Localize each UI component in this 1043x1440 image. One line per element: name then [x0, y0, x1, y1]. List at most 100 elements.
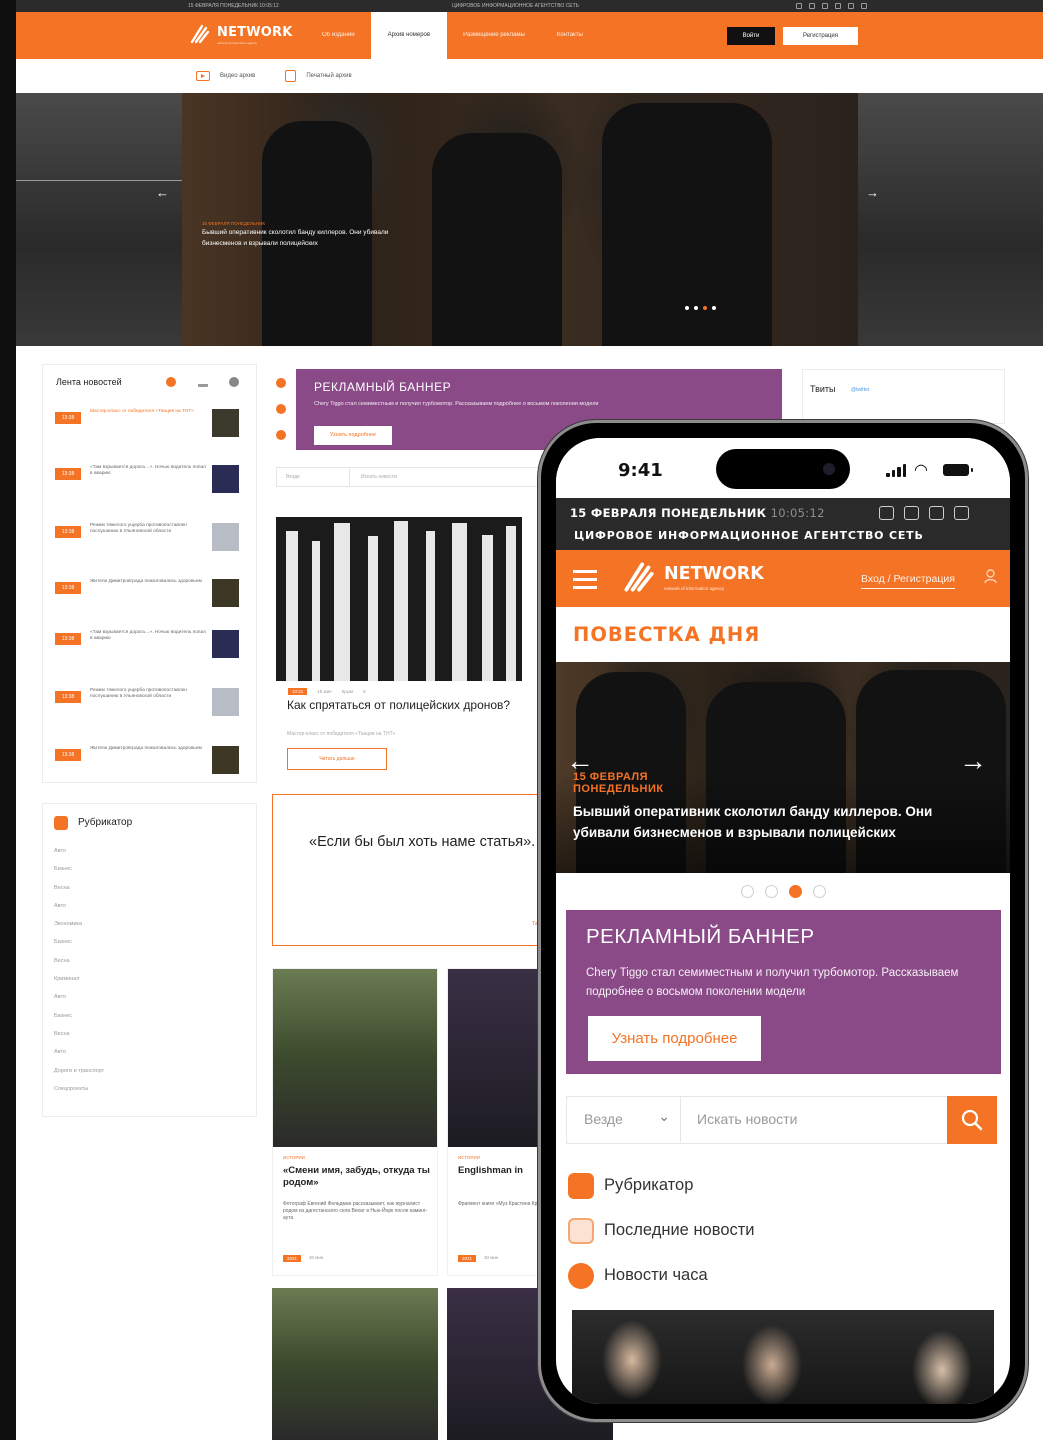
feed-item[interactable]: 13:38 Жители Димитровграда пожаловались … [55, 579, 245, 623]
subnav-video-archive[interactable]: Видео архив [196, 71, 255, 81]
phone-logo[interactable]: NETWORK network of information agency [620, 558, 764, 596]
phone-ad-more-button[interactable]: Узнать подробнее [588, 1016, 761, 1061]
hero-dot-active[interactable] [703, 306, 707, 310]
twitter-icon[interactable] [904, 506, 919, 520]
search-input[interactable]: Искать новости [361, 468, 397, 486]
subnav-print-archive[interactable]: Печатный архив [285, 70, 352, 82]
rubric-item[interactable]: Авто [54, 988, 104, 1006]
phone-logo-word: NETWORK [664, 563, 764, 584]
story-card-image[interactable] [272, 1288, 438, 1440]
rubric-item[interactable]: Дороги и транспорт [54, 1062, 104, 1080]
rubric-item[interactable]: Авто [54, 842, 104, 860]
rubric-item[interactable]: Бизнес [54, 860, 104, 878]
rubric-item[interactable]: Весна [54, 952, 104, 970]
vk-share-icon[interactable] [276, 378, 286, 388]
rubric-item[interactable]: Весна [54, 1025, 104, 1043]
user-icon[interactable] [984, 569, 997, 584]
hero-pagination [685, 306, 716, 310]
odnoklassniki-icon[interactable] [835, 3, 841, 9]
ok-share-icon[interactable] [276, 430, 286, 440]
nav-archive[interactable]: Архив номеров [370, 12, 448, 59]
phone-slider[interactable]: ← → 15 ФЕВРАЛЯ ПОНЕДЕЛЬНИК Бывший операт… [556, 662, 1010, 873]
phone-search-scope[interactable]: Везде [567, 1094, 681, 1142]
rubric-item[interactable]: Экономика [54, 915, 104, 933]
vk-icon[interactable] [979, 506, 994, 520]
feed-item[interactable]: 13:38 «Там взрывается дорога…». Ночью во… [55, 630, 245, 674]
youtube-icon[interactable] [796, 3, 802, 9]
nav-about[interactable]: Об издании [306, 12, 371, 59]
facebook-icon[interactable] [848, 3, 854, 9]
read-more-button[interactable]: Читать дальше [287, 748, 387, 770]
signal-icon [886, 464, 906, 477]
hero-figure [432, 133, 562, 346]
slide-date: 15 ФЕВРАЛЯ ПОНЕДЕЛЬНИК [573, 771, 664, 795]
phone-section-title: ПОВЕСТКА ДНЯ [573, 623, 761, 646]
feed-item[interactable]: 13:38 «Там взрывается дорога…». Ночью во… [55, 465, 245, 509]
feed-item[interactable]: 13:38 Режим тяжелого ущерба противопоста… [55, 523, 245, 567]
nav-advertising[interactable]: Размещение рекламы [447, 12, 541, 59]
rubric-item[interactable]: Весна [54, 879, 104, 897]
story-card[interactable]: ИСТОРИИ «Смени имя, забудь, откуда ты ро… [272, 968, 438, 1276]
feed-item[interactable]: 13:38 Режим тяжелого ущерба противопоста… [55, 688, 245, 732]
hero-dot[interactable] [712, 306, 716, 310]
instagram-icon[interactable] [822, 3, 828, 9]
odnoklassniki-icon[interactable] [954, 506, 969, 520]
article-title: Как спрятаться от полицейских дронов? [287, 698, 511, 712]
comment-icon[interactable] [229, 377, 239, 387]
side-share-buttons [276, 378, 286, 456]
register-button[interactable]: Регистрация [783, 27, 858, 45]
tree-shape [426, 531, 435, 681]
tweets-source[interactable]: @twitter [851, 387, 869, 393]
rubric-item[interactable]: Бизнес [54, 933, 104, 951]
feed-text: Жители Димитровграда пожаловались здоров… [90, 579, 202, 584]
quote-text: «Если бы был хоть наме статья». Адвокаты… [309, 834, 744, 850]
phone-news-photo[interactable] [572, 1310, 994, 1404]
hero-next-preview [858, 93, 1043, 346]
ad-more-button[interactable]: Узнать подробнее [314, 426, 392, 445]
slider-dot[interactable] [765, 885, 778, 898]
chart-icon[interactable] [198, 377, 208, 387]
menu-item-hour-news[interactable]: Новости часа [568, 1253, 755, 1298]
hero-dot[interactable] [694, 306, 698, 310]
twitter-icon[interactable] [809, 3, 815, 9]
story-tag: 2021 [283, 1255, 302, 1262]
fire-icon[interactable] [166, 377, 176, 387]
youtube-icon[interactable] [879, 506, 894, 520]
rubric-item[interactable]: Бизнес [54, 1007, 104, 1025]
arrow-right-icon[interactable]: → [959, 745, 987, 777]
instagram-icon[interactable] [929, 506, 944, 520]
phone-search-button[interactable] [947, 1095, 997, 1144]
desktop-logo[interactable]: NETWORK network of information agency [188, 22, 293, 46]
search-scope-select[interactable]: Везде [277, 468, 350, 486]
featured-article[interactable]: 10:21 15 мин Крым 5 Как спрятаться от по… [276, 517, 522, 777]
rubricator-icon [54, 816, 68, 830]
feed-time: 13:38 [55, 633, 81, 645]
menu-item-rubricator[interactable]: Рубрикатор [568, 1163, 755, 1208]
feed-item[interactable]: 13:38 Жители Димитровграда пожаловались … [55, 746, 245, 790]
rubric-item[interactable]: Спецпроекты [54, 1080, 104, 1098]
feed-item[interactable]: 13:38 Мастер-класс от победителя «Танцев… [55, 409, 245, 453]
rubric-item[interactable]: Криминал [54, 970, 104, 988]
ad-title: РЕКЛАМНЫЙ БАННЕР [314, 380, 452, 394]
rubric-item[interactable]: Авто [54, 897, 104, 915]
slider-dot-active[interactable] [789, 885, 802, 898]
arrow-left-icon[interactable]: ← [156, 185, 169, 200]
telegram-share-icon[interactable] [276, 404, 286, 414]
slider-dot[interactable] [741, 885, 754, 898]
login-button[interactable]: Войти [727, 27, 775, 45]
menu-item-latest-news[interactable]: Последние новости [568, 1208, 755, 1253]
slider-dot[interactable] [813, 885, 826, 898]
hero-dot[interactable] [685, 306, 689, 310]
feed-time: 13:38 [55, 412, 81, 424]
nav-contacts[interactable]: Контакты [541, 12, 599, 59]
quote-block[interactable]: «Если бы был хоть наме статья». Адвокаты… [272, 794, 744, 946]
search-icon [961, 1109, 983, 1130]
rubric-item[interactable]: Авто [54, 1043, 104, 1061]
arrow-right-icon[interactable]: → [866, 185, 879, 200]
phone-login-link[interactable]: Вход / Регистрация [861, 573, 955, 589]
phone-search-input[interactable]: Искать новости [697, 1097, 797, 1142]
vk-icon[interactable] [861, 3, 867, 9]
hero-caption[interactable]: 15 ФЕВРАЛЯ ПОНЕДЕЛЬНИК Бывший оперативни… [202, 221, 402, 249]
tree-shape [482, 535, 493, 681]
menu-icon[interactable] [573, 570, 597, 589]
